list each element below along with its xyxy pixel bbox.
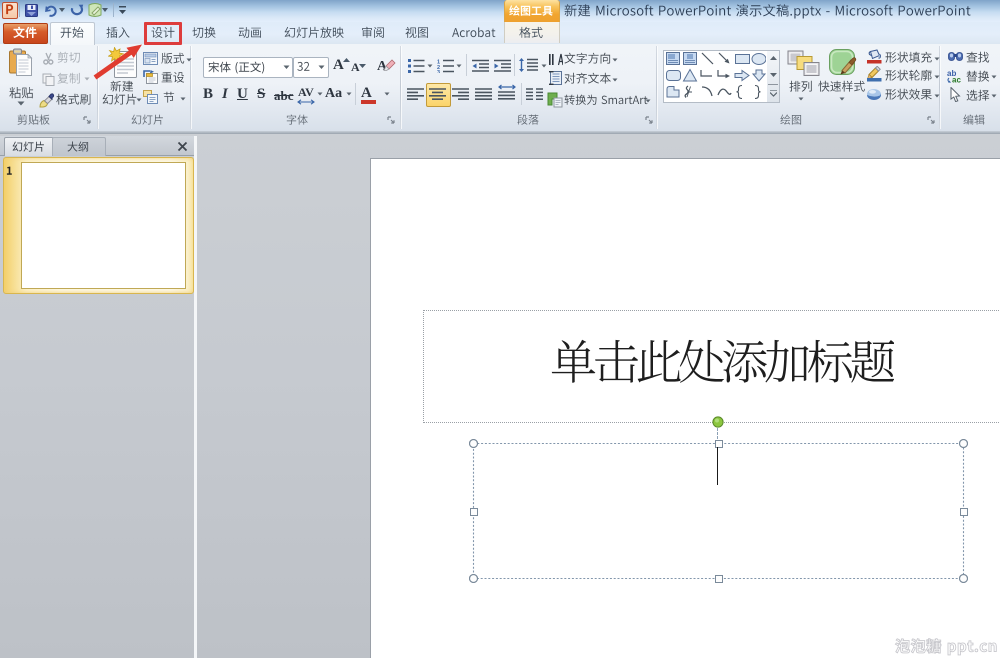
svg-text:3: 3 [437, 70, 440, 73]
svg-text:ac: ac [952, 76, 961, 84]
